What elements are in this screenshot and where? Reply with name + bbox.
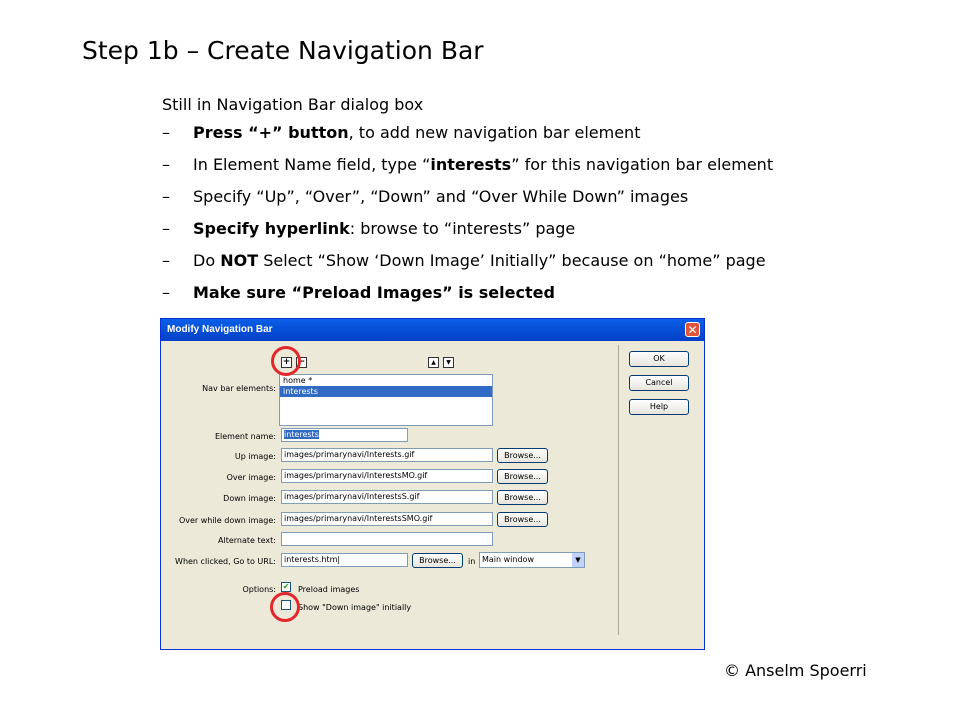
target-window-value: Main window: [482, 555, 534, 564]
nav-bar-elements-label: Nav bar elements:: [202, 384, 276, 393]
bullet-item: – Specify “Up”, “Over”, “Down” and “Over …: [162, 186, 773, 218]
bullet-text: Do: [193, 251, 221, 270]
over-while-down-browse-button[interactable]: Browse...: [497, 512, 548, 527]
over-image-field[interactable]: images/primarynavi/InterestsMO.gif: [281, 469, 493, 483]
bullet-text: Specify “Up”, “Over”, “Down” and “Over W…: [193, 187, 689, 206]
dialog-titlebar[interactable]: Modify Navigation Bar ✕: [161, 319, 704, 341]
target-window-select[interactable]: Main window ▼: [479, 552, 585, 568]
bullet-bold: Make sure “Preload Images” is selected: [193, 283, 555, 302]
in-label: in: [468, 557, 476, 566]
list-item[interactable]: home *: [280, 375, 492, 386]
list-item-selected[interactable]: interests: [280, 386, 492, 397]
go-to-url-field[interactable]: interests.htm|: [281, 553, 408, 567]
bullet-dash: –: [162, 155, 170, 174]
bullet-text: : browse to “interests” page: [349, 219, 576, 238]
element-name-field[interactable]: interests: [281, 428, 408, 442]
bullet-item: – Make sure “Preload Images” is selected: [162, 282, 773, 314]
url-browse-button[interactable]: Browse...: [412, 553, 463, 568]
over-image-label: Over image:: [226, 473, 276, 482]
bullet-dash: –: [162, 283, 170, 302]
instruction-list: – Press “+” button, to add new navigation…: [162, 122, 773, 314]
up-image-browse-button[interactable]: Browse...: [497, 448, 548, 463]
bullet-bold: NOT: [220, 251, 259, 270]
add-button-highlight-ring: [271, 346, 301, 376]
slide-title: Step 1b – Create Navigation Bar: [82, 36, 484, 65]
credit-text: © Anselm Spoerri: [724, 661, 867, 680]
bullet-bold: Press “+” button: [193, 123, 349, 142]
preload-images-label: Preload images: [298, 585, 360, 594]
bullet-dash: –: [162, 219, 170, 238]
up-image-label: Up image:: [234, 452, 276, 461]
nav-bar-elements-list[interactable]: home * interests: [279, 374, 493, 426]
go-to-url-label: When clicked, Go to URL:: [175, 557, 276, 566]
bullet-dash: –: [162, 187, 170, 206]
bullet-text: Select “Show ‘Down Image’ Initially” bec…: [258, 251, 766, 270]
options-label: Options:: [242, 585, 276, 594]
move-up-icon[interactable]: ▲: [428, 357, 439, 368]
bullet-item: – Do NOT Select “Show ‘Down Image’ Initia…: [162, 250, 773, 282]
down-image-label: Down image:: [223, 494, 276, 503]
bullet-bold: interests: [430, 155, 512, 174]
dialog-divider: [618, 345, 619, 635]
chevron-down-icon[interactable]: ▼: [572, 553, 584, 567]
bullet-item: – Press “+” button, to add new navigation…: [162, 122, 773, 154]
preload-images-checkbox[interactable]: ✔: [281, 582, 291, 592]
show-down-highlight-ring: [270, 592, 300, 622]
help-button[interactable]: Help: [629, 399, 689, 415]
ok-button[interactable]: OK: [629, 351, 689, 367]
down-image-field[interactable]: images/primarynavi/InterestsS.gif: [281, 490, 493, 504]
dialog-title: Modify Navigation Bar: [167, 324, 273, 335]
show-down-image-label: Show "Down image" initially: [298, 603, 412, 612]
bullet-item: – In Element Name field, type “interests”…: [162, 154, 773, 186]
alternate-text-field[interactable]: [281, 532, 493, 546]
cancel-button[interactable]: Cancel: [629, 375, 689, 391]
bullet-bold: Specify hyperlink: [193, 219, 350, 238]
bullet-item: – Specify hyperlink: browse to “interests…: [162, 218, 773, 250]
up-image-field[interactable]: images/primarynavi/Interests.gif: [281, 448, 493, 462]
over-while-down-image-field[interactable]: images/primarynavi/InterestsSMO.gif: [281, 512, 493, 526]
bullet-text: In Element Name field, type “: [193, 155, 431, 174]
bullet-dash: –: [162, 251, 170, 270]
bullet-dash: –: [162, 123, 170, 142]
element-name-label: Element name:: [214, 432, 276, 441]
bullet-text: ” for this navigation bar element: [511, 155, 774, 174]
element-name-value: interests: [284, 430, 319, 439]
down-image-browse-button[interactable]: Browse...: [497, 490, 548, 505]
bullet-text: , to add new navigation bar element: [348, 123, 641, 142]
over-image-browse-button[interactable]: Browse...: [497, 469, 548, 484]
intro-text: Still in Navigation Bar dialog box: [162, 95, 424, 114]
alternate-text-label: Alternate text:: [218, 536, 276, 545]
move-down-icon[interactable]: ▼: [443, 357, 454, 368]
over-while-down-image-label: Over while down image:: [178, 516, 276, 525]
close-icon[interactable]: ✕: [685, 322, 700, 337]
